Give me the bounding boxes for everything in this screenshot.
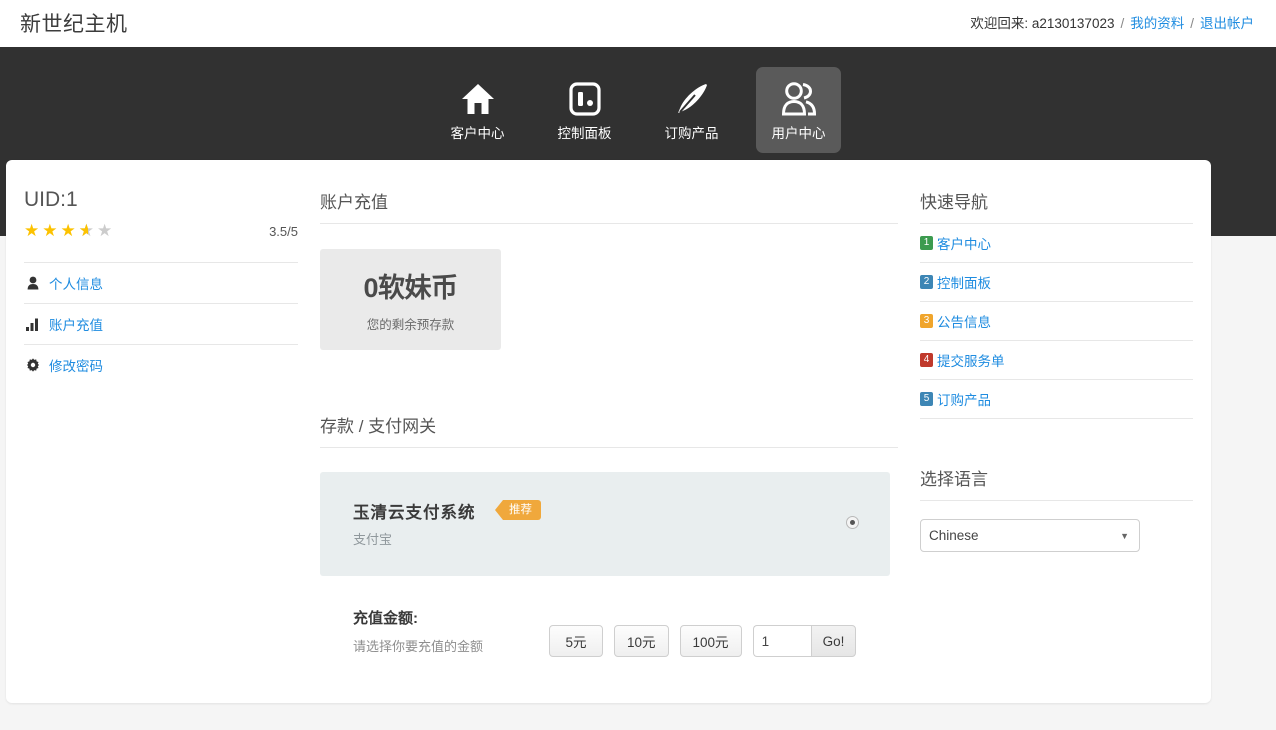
feather-pen-icon	[675, 78, 709, 120]
left-sidebar: UID:1 ★★★★★★ 3.5/5 个人信息 账户充值 修改密码	[24, 188, 298, 385]
quick-nav-item-customer-center[interactable]: 1 客户中心	[920, 224, 1193, 263]
quick-nav-label[interactable]: 公告信息	[937, 311, 991, 331]
bar-chart-icon	[24, 318, 41, 331]
gateway-card[interactable]: 玉清云支付系统 推荐 支付宝	[320, 472, 890, 576]
uid-label: UID:1	[24, 188, 298, 212]
account-bar: 欢迎回来: a2130137023 / 我的资料 / 退出帐户	[970, 12, 1254, 32]
brand-title: 新世纪主机	[20, 8, 128, 38]
star-half-fill: ★	[79, 222, 88, 240]
star-icon: ★	[61, 221, 79, 240]
quick-nav-label[interactable]: 客户中心	[937, 233, 991, 253]
nav-label: 控制面板	[558, 122, 612, 142]
amount-button-10[interactable]: 10元	[614, 625, 669, 657]
quick-nav-item-control-panel[interactable]: 2 控制面板	[920, 263, 1193, 302]
nav-label: 客户中心	[451, 122, 505, 142]
sidebar-item-change-password[interactable]: 修改密码	[24, 345, 298, 385]
nav-label: 用户中心	[772, 122, 826, 142]
balance-card: 0软妹币 您的剩余预存款	[320, 249, 501, 350]
nav-label: 订购产品	[665, 122, 719, 142]
sidebar-item-label[interactable]: 修改密码	[49, 355, 103, 375]
custom-amount-input[interactable]	[753, 625, 811, 657]
nav-item-customer-center[interactable]: 客户中心	[435, 67, 520, 153]
quick-nav-label[interactable]: 提交服务单	[937, 350, 1005, 370]
right-sidebar: 快速导航 1 客户中心 2 控制面板 3 公告信息 4 提交服务单 5 订购产品…	[920, 188, 1193, 552]
separator-1: /	[1120, 16, 1124, 31]
star-icon: ★	[97, 221, 115, 240]
rating-value: 3.5/5	[269, 224, 298, 239]
amount-label-wrap: 充值金额: 请选择你要充值的金额	[353, 607, 483, 655]
users-icon	[780, 78, 818, 120]
quick-nav-title: 快速导航	[920, 188, 1193, 224]
nav-item-control-panel[interactable]: 控制面板	[542, 67, 627, 153]
quick-nav-number: 5	[920, 392, 933, 406]
nav-item-user-center[interactable]: 用户中心	[756, 67, 841, 153]
rating-row: ★★★★★★ 3.5/5	[24, 222, 298, 263]
gateway-title-wrap: 存款 / 支付网关	[320, 412, 898, 448]
gateway-radio-button[interactable]	[846, 516, 859, 529]
quick-nav-item-submit-ticket[interactable]: 4 提交服务单	[920, 341, 1193, 380]
star-icon: ★	[42, 221, 60, 240]
quick-nav-item-order-product[interactable]: 5 订购产品	[920, 380, 1193, 419]
recommended-badge: 推荐	[503, 500, 541, 520]
quick-nav-item-announcements[interactable]: 3 公告信息	[920, 302, 1193, 341]
user-icon	[24, 276, 41, 290]
nav-items: 客户中心 控制面板 订购产品	[0, 47, 1276, 167]
star-rating: ★★★★★★	[24, 221, 115, 240]
home-icon	[460, 78, 496, 120]
nav-item-order-product[interactable]: 订购产品	[649, 67, 734, 153]
gateway-name: 玉清云支付系统	[353, 499, 476, 523]
star-half-icon: ★★	[79, 222, 97, 240]
balance-caption: 您的剩余预存款	[367, 314, 455, 333]
amount-button-100[interactable]: 100元	[680, 625, 742, 657]
gateway-title: 存款 / 支付网关	[320, 412, 898, 448]
separator-2: /	[1190, 16, 1194, 31]
quick-nav-label[interactable]: 订购产品	[937, 389, 991, 409]
main-panel: UID:1 ★★★★★★ 3.5/5 个人信息 账户充值 修改密码 账户充值	[6, 160, 1211, 703]
quick-nav-number: 1	[920, 236, 933, 250]
amount-hint: 请选择你要充值的金额	[353, 636, 483, 655]
amount-controls: 5元 10元 100元 Go!	[549, 625, 856, 657]
quick-nav-number: 4	[920, 353, 933, 367]
welcome-text: 欢迎回来: a2130137023	[970, 16, 1114, 31]
star-icon: ★	[24, 221, 42, 240]
custom-amount-group: Go!	[753, 625, 857, 657]
control-panel-icon	[568, 78, 602, 120]
language-title: 选择语言	[920, 465, 1193, 501]
quick-nav-number: 2	[920, 275, 933, 289]
sidebar-item-profile[interactable]: 个人信息	[24, 263, 298, 304]
top-header: 新世纪主机 欢迎回来: a2130137023 / 我的资料 / 退出帐户	[0, 0, 1276, 47]
balance-amount: 0软妹币	[363, 266, 457, 305]
sidebar-item-recharge[interactable]: 账户充值	[24, 304, 298, 345]
recharge-title: 账户充值	[320, 188, 898, 224]
language-title-wrap: 选择语言	[920, 465, 1193, 501]
sidebar-item-label[interactable]: 账户充值	[49, 314, 103, 334]
quick-nav-label[interactable]: 控制面板	[937, 272, 991, 292]
amount-button-5[interactable]: 5元	[549, 625, 603, 657]
quick-nav-number: 3	[920, 314, 933, 328]
amount-label: 充值金额:	[353, 607, 483, 628]
gear-icon	[24, 358, 41, 372]
center-column: 账户充值 0软妹币 您的剩余预存款 存款 / 支付网关 玉清云支付系统 推荐 支…	[320, 188, 898, 667]
logout-link[interactable]: 退出帐户	[1200, 16, 1254, 31]
chevron-down-icon: ▼	[1120, 531, 1129, 541]
sidebar-item-label[interactable]: 个人信息	[49, 273, 103, 293]
gateway-subtitle: 支付宝	[353, 529, 392, 548]
go-button[interactable]: Go!	[811, 625, 857, 657]
profile-link[interactable]: 我的资料	[1130, 16, 1184, 31]
language-selected-value: Chinese	[929, 528, 979, 543]
amount-row: 充值金额: 请选择你要充值的金额 5元 10元 100元 Go!	[320, 607, 898, 667]
language-select[interactable]: Chinese ▼	[920, 519, 1140, 552]
